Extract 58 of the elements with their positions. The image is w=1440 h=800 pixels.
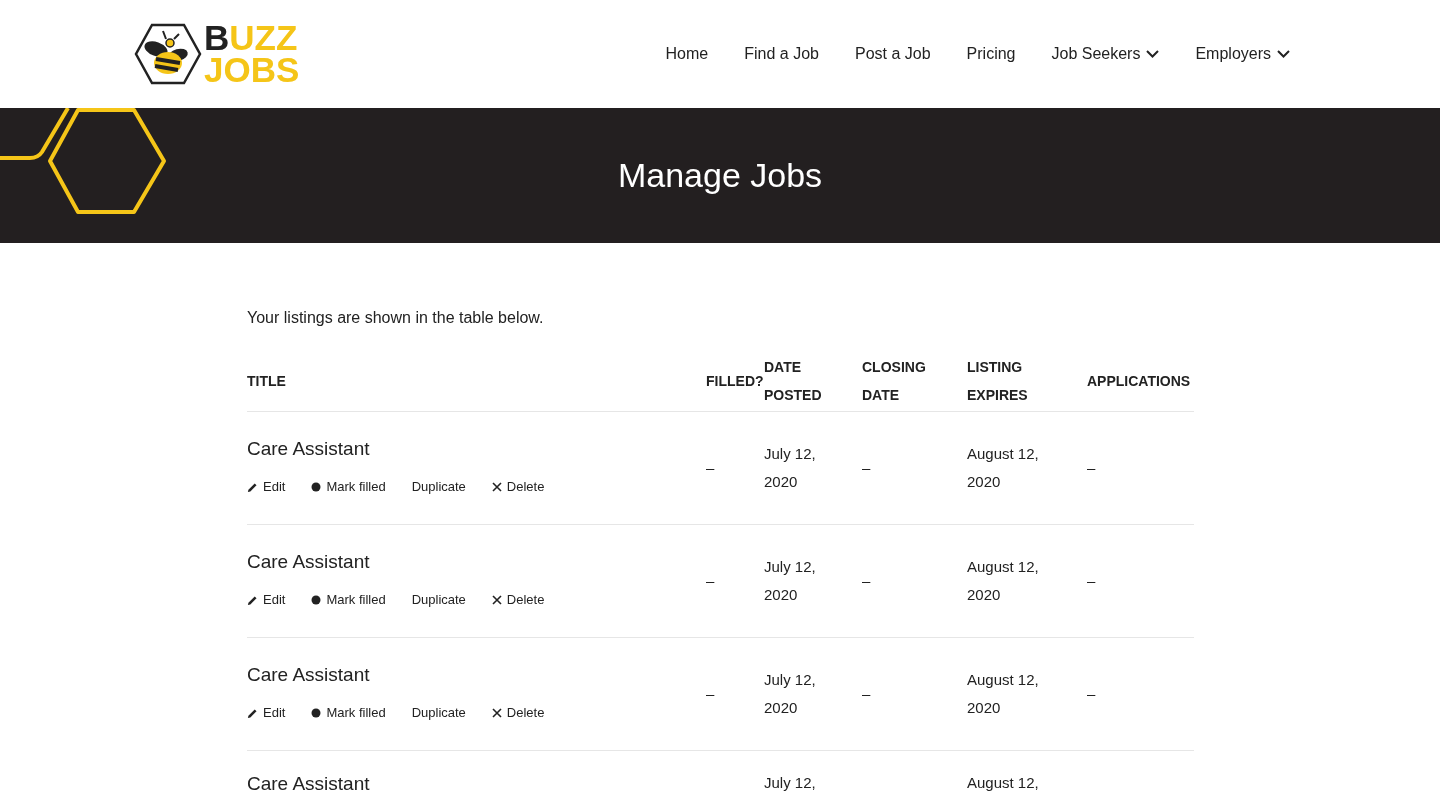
table-cell-text: – [862,571,871,591]
delete-action[interactable]: Delete [491,473,545,501]
mark-action[interactable]: Mark filled [311,586,386,614]
duplicate-action[interactable]: Duplicate [411,586,466,614]
mark-action[interactable]: Mark filled [311,699,386,727]
column-header: TITLE [247,372,286,391]
table-cell-text: August 12, 2020 [967,444,1040,492]
table-cell-text: August 12, 2020 [967,670,1040,718]
table-cell-text: July 12, 2020 [764,444,817,492]
table-cell-text: August 12, 2020 [967,557,1040,605]
dot-icon [311,708,322,718]
pencil-icon [247,481,258,493]
job-title[interactable]: Care Assistant [247,661,370,689]
table-cell-text: – [1087,458,1096,478]
table-cell-text: – [862,458,871,478]
column-header: LISTING EXPIRES [967,358,1028,405]
page-title: Manage Jobs [617,156,823,195]
edit-action[interactable]: Edit [247,699,286,727]
pencil-icon [247,594,258,606]
close-icon [491,708,502,718]
column-header: DATE POSTED [764,358,822,405]
mark-action[interactable]: Mark filled [311,473,386,501]
table-cell-text: – [1087,571,1096,591]
job-title[interactable]: Care Assistant [247,773,370,795]
column-header: FILLED? [706,372,764,391]
nav-link[interactable]: Home [665,45,709,63]
delete-action[interactable]: Delete [491,699,545,727]
logo-text[interactable]: BUZZ JOBS [204,22,300,86]
nav-link[interactable]: Find a Job [744,45,819,63]
dot-icon [311,595,322,605]
duplicate-action[interactable]: Duplicate [411,699,466,727]
table-cell-text: – [706,458,715,478]
close-icon [491,482,502,492]
close-icon [491,595,502,605]
edit-action[interactable]: Edit [247,473,286,501]
dot-icon [311,482,322,492]
table-cell: August 12, [967,773,1039,793]
nav-link[interactable]: Post a Job [854,45,931,63]
nav-link[interactable]: Job Seekers [1051,45,1160,63]
table-cell: July 12, [764,773,816,793]
nav-link[interactable]: Pricing [966,45,1016,63]
table-cell-text: – [862,684,871,704]
intro-text: Your listings are shown in the table below. [247,309,545,327]
duplicate-action[interactable]: Duplicate [411,473,466,501]
edit-action[interactable]: Edit [247,586,286,614]
delete-action[interactable]: Delete [491,586,545,614]
table-cell-text: – [1087,684,1096,704]
bee-logo-icon [134,23,202,85]
table-cell-text: July 12, 2020 [764,557,817,605]
column-header: CLOSING DATE [862,358,926,405]
job-title[interactable]: Care Assistant [247,435,370,463]
table-cell-text: – [706,684,715,704]
table-cell-text: July 12, 2020 [764,670,817,718]
table-cell-text: – [706,571,715,591]
nav-link[interactable]: Employers [1195,45,1290,63]
job-title[interactable]: Care Assistant [247,548,370,576]
column-header: APPLICATIONS [1087,372,1191,391]
pencil-icon [247,707,258,719]
